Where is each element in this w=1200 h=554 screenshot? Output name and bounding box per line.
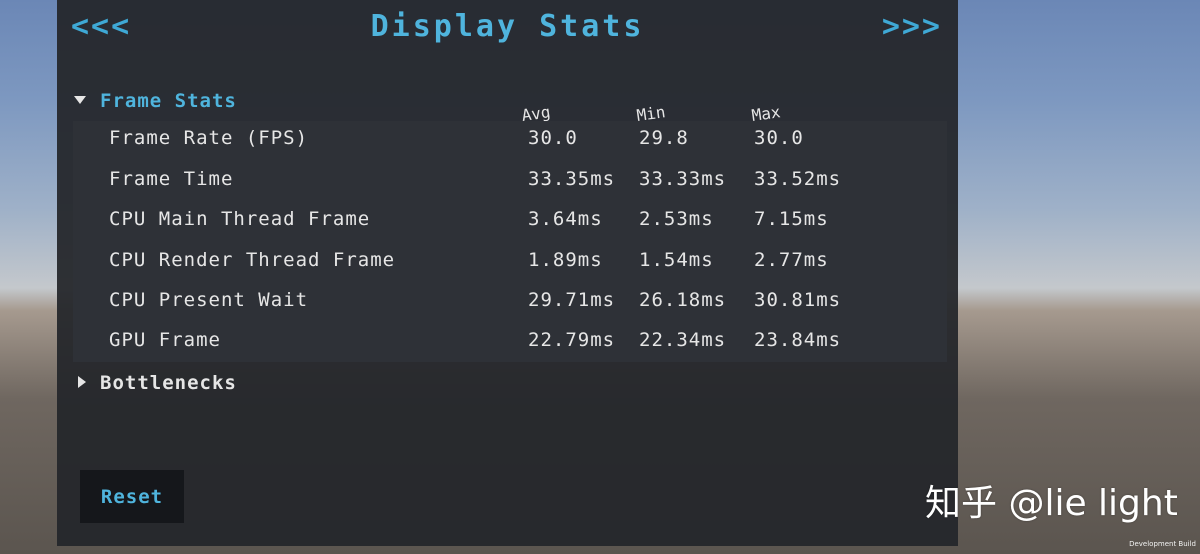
min-value: 1.54ms (639, 249, 714, 271)
caret-right-icon (78, 375, 86, 388)
max-value: 33.52ms (754, 168, 842, 190)
frame-stats-table: Frame Rate (FPS) 30.0 29.8 30.0 Frame Ti… (73, 121, 947, 362)
avg-value: 22.79ms (528, 329, 616, 351)
caret-down-icon (74, 95, 86, 104)
development-build-label: Development Build (1129, 540, 1196, 548)
next-page-button[interactable]: >>> (882, 9, 942, 44)
row-label: CPU Present Wait (109, 289, 309, 311)
avg-value: 1.89ms (528, 249, 603, 271)
max-value: 2.77ms (754, 249, 829, 271)
frame-stats-label: Frame Stats (100, 90, 237, 112)
max-value: 30.81ms (754, 289, 842, 311)
row-label: GPU Frame (109, 329, 221, 351)
min-value: 22.34ms (639, 329, 727, 351)
table-row: GPU Frame 22.79ms 22.34ms 23.84ms (73, 323, 947, 363)
panel-title: Display Stats (370, 9, 645, 44)
avg-value: 30.0 (528, 127, 578, 149)
row-label: CPU Render Thread Frame (109, 249, 396, 271)
table-row: Frame Rate (FPS) 30.0 29.8 30.0 (73, 121, 947, 161)
row-label: Frame Rate (FPS) (109, 127, 309, 149)
min-value: 2.53ms (639, 208, 714, 230)
reset-button[interactable]: Reset (80, 470, 184, 523)
max-value: 7.15ms (754, 208, 829, 230)
panel-header: <<< Display Stats >>> (57, 0, 958, 60)
bottlenecks-label: Bottlenecks (100, 372, 237, 394)
avg-value: 3.64ms (528, 208, 603, 230)
watermark: 知乎 @lie light (925, 483, 1178, 524)
min-value: 26.18ms (639, 289, 727, 311)
avg-value: 29.71ms (528, 289, 616, 311)
avg-value: 33.35ms (528, 168, 616, 190)
max-value: 30.0 (754, 127, 804, 149)
table-row: Frame Time 33.35ms 33.33ms 33.52ms (73, 162, 947, 202)
frame-stats-toggle[interactable]: Frame Stats (74, 90, 237, 112)
table-row: CPU Present Wait 29.71ms 26.18ms 30.81ms (73, 283, 947, 323)
bottlenecks-toggle[interactable]: Bottlenecks (74, 372, 237, 394)
row-label: CPU Main Thread Frame (109, 208, 371, 230)
table-row: CPU Render Thread Frame 1.89ms 1.54ms 2.… (73, 243, 947, 283)
min-value: 29.8 (639, 127, 689, 149)
table-row: CPU Main Thread Frame 3.64ms 2.53ms 7.15… (73, 202, 947, 242)
display-stats-panel: <<< Display Stats >>> Frame Stats Avg Mi… (57, 0, 958, 546)
row-label: Frame Time (109, 168, 234, 190)
min-value: 33.33ms (639, 168, 727, 190)
max-value: 23.84ms (754, 329, 842, 351)
